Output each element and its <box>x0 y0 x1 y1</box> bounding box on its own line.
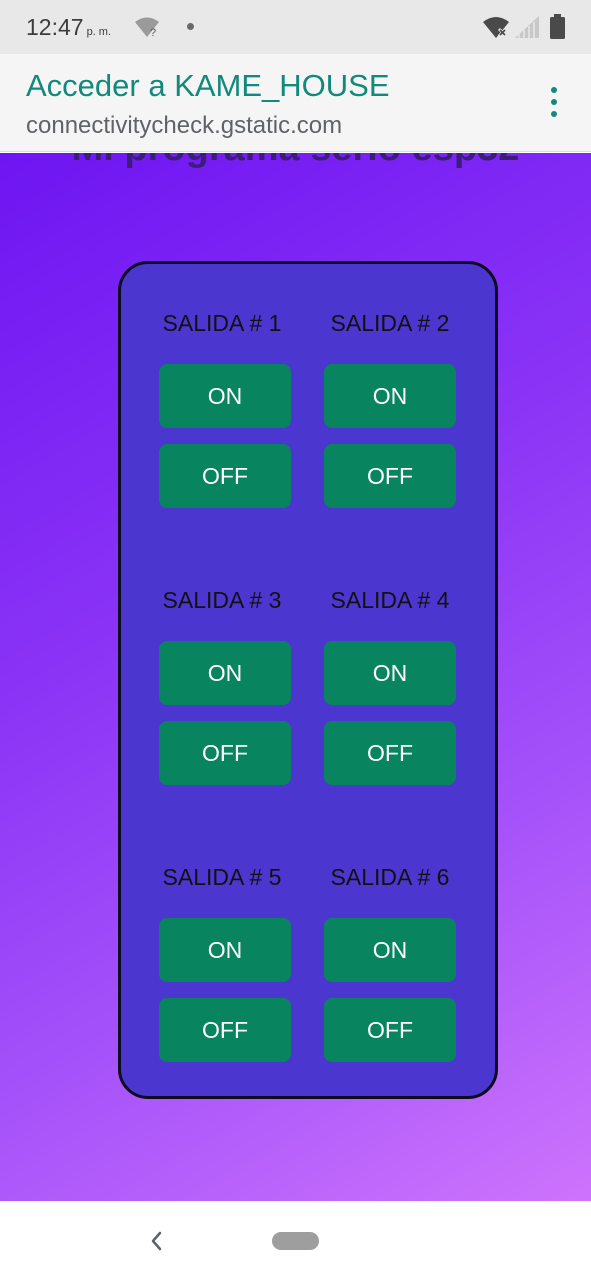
output-6-on-button[interactable]: ON <box>324 918 456 982</box>
svg-text:?: ? <box>150 27 156 38</box>
menu-dot-icon <box>551 99 557 105</box>
menu-dot-icon <box>551 111 557 117</box>
output-1-on-button[interactable]: ON <box>159 364 291 428</box>
output-5-off-button[interactable]: OFF <box>159 998 291 1062</box>
output-4-on-button[interactable]: ON <box>324 641 456 705</box>
status-time: 12:47 p. m. <box>26 14 111 41</box>
output-label-3: SALIDA # 3 <box>162 587 282 613</box>
status-ampm: p. m. <box>86 26 112 38</box>
outputs-panel: SALIDA # 1 ON OFF SALIDA # 2 ON OFF SALI… <box>118 261 498 1099</box>
output-6-off-button[interactable]: OFF <box>324 998 456 1062</box>
status-time-value: 12:47 <box>26 14 84 40</box>
output-label-4: SALIDA # 4 <box>330 587 450 613</box>
output-2-off-button[interactable]: OFF <box>324 444 456 508</box>
status-bar: 12:47 p. m. ? <box>0 0 591 54</box>
notification-dot-icon <box>187 23 194 30</box>
page-title: Acceder a KAME_HOUSE <box>26 68 390 103</box>
output-label-6: SALIDA # 6 <box>330 864 450 890</box>
output-3-off-button[interactable]: OFF <box>159 721 291 785</box>
wifi-off-icon <box>483 17 509 38</box>
output-2-on-button[interactable]: ON <box>324 364 456 428</box>
navigation-bar <box>0 1201 591 1280</box>
battery-icon <box>550 14 565 39</box>
output-label-2: SALIDA # 2 <box>330 310 450 336</box>
output-3-on-button[interactable]: ON <box>159 641 291 705</box>
browser-header: Acceder a KAME_HOUSE connectivitycheck.g… <box>0 54 591 152</box>
home-pill-icon[interactable] <box>272 1232 319 1250</box>
back-icon[interactable] <box>146 1228 166 1254</box>
page-content: Mi programa serio esp32 SALIDA # 1 ON OF… <box>0 153 591 1201</box>
wifi-question-icon: ? <box>135 17 159 38</box>
output-5-on-button[interactable]: ON <box>159 918 291 982</box>
output-1-off-button[interactable]: OFF <box>159 444 291 508</box>
menu-dot-icon <box>551 87 557 93</box>
url-text: connectivitycheck.gstatic.com <box>26 112 343 139</box>
output-label-1: SALIDA # 1 <box>162 310 282 336</box>
more-vert-icon[interactable] <box>540 84 568 120</box>
output-label-5: SALIDA # 5 <box>162 864 282 890</box>
output-4-off-button[interactable]: OFF <box>324 721 456 785</box>
signal-icon <box>515 16 539 38</box>
page-heading: Mi programa serio esp32 <box>0 153 591 170</box>
